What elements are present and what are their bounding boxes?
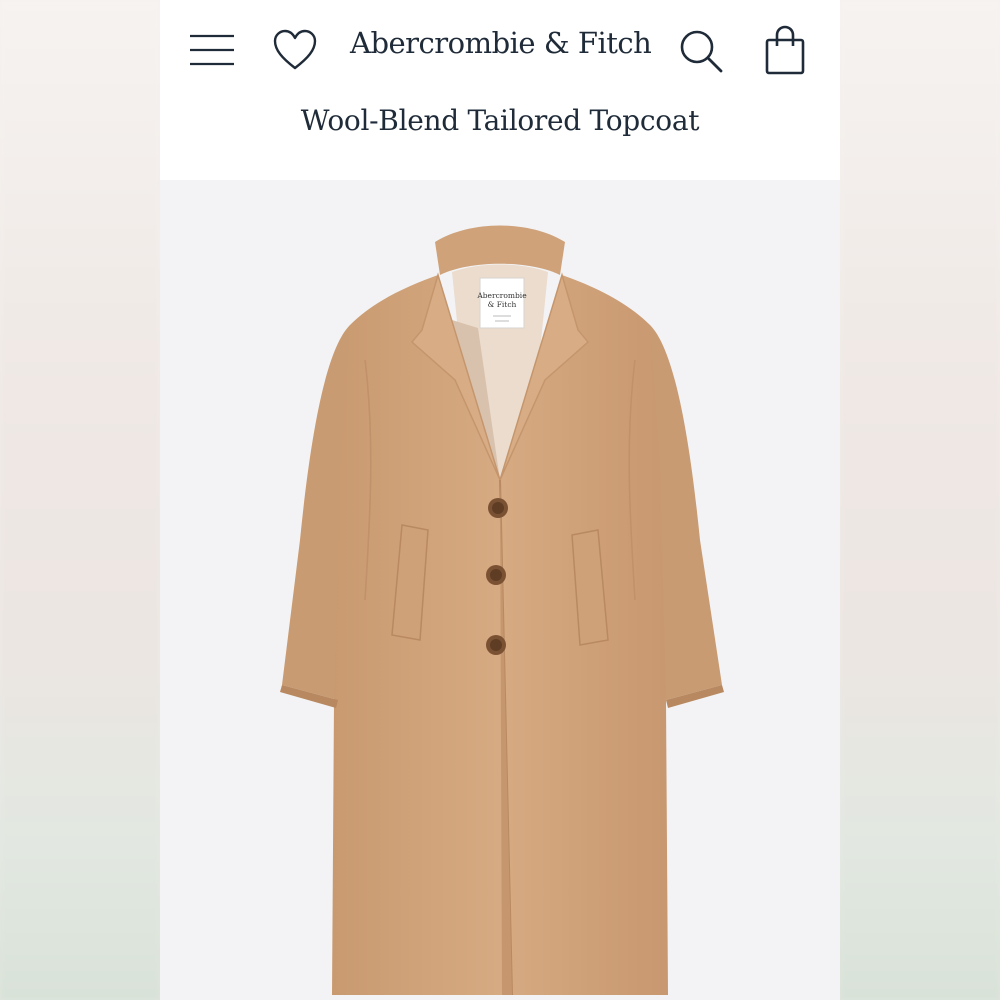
product-image-area: Abercrombie & Fitch (160, 180, 840, 1000)
label-brand-line1: Abercrombie (476, 291, 527, 300)
phone-screen: Abercrombie & Fitch Wool-Blend Tailored … (160, 0, 840, 1000)
coat-image[interactable]: Abercrombie & Fitch (160, 180, 840, 1000)
product-title: Wool-Blend Tailored Topcoat (300, 104, 700, 137)
button-2 (486, 565, 506, 585)
header: Abercrombie & Fitch Wool-Blend Tailored … (160, 0, 840, 180)
search-icon[interactable] (678, 28, 724, 74)
background-left (0, 0, 160, 1000)
hamburger-menu-icon[interactable] (188, 30, 236, 70)
button-3 (486, 635, 506, 655)
heart-icon[interactable] (272, 28, 318, 72)
brand-logo[interactable]: Abercrombie & Fitch (350, 26, 652, 60)
label-brand-line2: & Fitch (488, 300, 517, 309)
shopping-bag-icon[interactable] (764, 24, 806, 76)
button-1 (488, 498, 508, 518)
background-right (840, 0, 1000, 1000)
